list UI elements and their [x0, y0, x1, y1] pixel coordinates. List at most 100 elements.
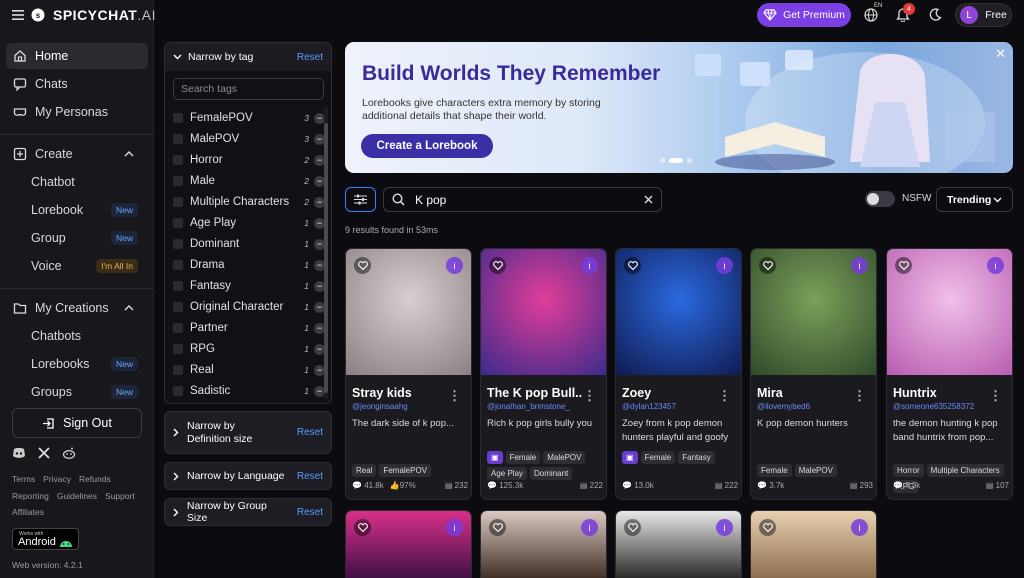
card-tag[interactable]: Female	[757, 464, 792, 477]
create-lorebook-button[interactable]: Create a Lorebook	[361, 134, 493, 158]
character-card[interactable]: i	[345, 510, 472, 578]
brand-logo[interactable]: s SPICYCHAT.AI	[31, 7, 156, 23]
reset-definition-button[interactable]: Reset	[297, 427, 323, 438]
sub-item-voice[interactable]: Voice I'm All In	[31, 256, 148, 276]
nsfw-toggle[interactable]	[865, 191, 895, 207]
reporting-link[interactable]: Reporting	[12, 491, 49, 501]
language-filter[interactable]: Narrow by Language Reset	[164, 462, 332, 490]
heart-icon[interactable]	[624, 257, 641, 274]
tag-filter-row[interactable]: Multiple Characters 2−	[173, 193, 325, 211]
tag-filter-row[interactable]: Horror 2−	[173, 151, 325, 169]
carousel-dot[interactable]	[660, 158, 665, 163]
card-tag[interactable]: Female	[640, 451, 676, 464]
tag-checkbox[interactable]	[173, 323, 183, 333]
notifications-button[interactable]: 4	[896, 3, 915, 22]
sub-item-groups[interactable]: Groups New	[31, 382, 148, 402]
reddit-icon[interactable]	[62, 447, 76, 459]
guidelines-link[interactable]: Guidelines	[57, 491, 97, 501]
heart-icon[interactable]	[759, 519, 776, 536]
tag-checkbox[interactable]	[173, 281, 183, 291]
info-icon[interactable]: i	[851, 257, 868, 274]
nav-create[interactable]: Create	[6, 141, 148, 167]
card-tag[interactable]: FemalePOV	[379, 464, 432, 477]
reset-group-size-button[interactable]: Reset	[297, 507, 323, 518]
carousel-dot-active[interactable]	[669, 158, 683, 163]
tag-filter-header[interactable]: Narrow by tag Reset	[165, 43, 331, 71]
sign-out-button[interactable]: Sign Out	[12, 408, 142, 438]
character-card[interactable]: i	[615, 510, 742, 578]
heart-icon[interactable]	[759, 257, 776, 274]
card-tag[interactable]: Age Play	[487, 467, 528, 480]
heart-icon[interactable]	[354, 257, 371, 274]
tag-filter-row[interactable]: MalePOV 3−	[173, 130, 325, 148]
clear-search-icon[interactable]	[644, 195, 653, 204]
creator-handle[interactable]: @jeonginsaahg	[352, 402, 467, 411]
heart-icon[interactable]	[489, 257, 506, 274]
tag-checkbox[interactable]	[173, 176, 183, 186]
tag-checkbox[interactable]	[173, 344, 183, 354]
support-link[interactable]: Support	[105, 491, 135, 501]
menu-icon[interactable]	[12, 10, 24, 20]
heart-icon[interactable]	[895, 257, 912, 274]
sub-item-lorebook[interactable]: Lorebook New	[31, 200, 148, 220]
tag-filter-row[interactable]: FemalePOV 3−	[173, 109, 325, 127]
tag-checkbox[interactable]	[173, 113, 183, 123]
character-card[interactable]: i Stray kids ⋮ @jeonginsaahg The dark side o…	[345, 248, 472, 500]
tag-filter-row[interactable]: Dominant 1−	[173, 235, 325, 253]
nav-personas[interactable]: My Personas	[6, 99, 148, 125]
creator-handle[interactable]: @someone635258372	[893, 402, 1008, 411]
sub-item-chatbots[interactable]: Chatbots	[31, 326, 148, 346]
card-tag[interactable]: Dominant	[530, 467, 573, 480]
info-icon[interactable]: i	[716, 519, 733, 536]
tag-filter-row[interactable]: Original Character 1−	[173, 298, 325, 316]
tag-checkbox[interactable]	[173, 134, 183, 144]
nav-chats[interactable]: Chats	[6, 71, 148, 97]
theme-toggle-button[interactable]	[929, 8, 942, 21]
x-twitter-icon[interactable]	[38, 447, 50, 459]
character-card[interactable]: i Huntrix ⋮ @someone635258372 the demon hunt…	[886, 248, 1013, 500]
card-tag[interactable]: Female	[505, 451, 541, 464]
heart-icon[interactable]	[354, 519, 371, 536]
account-button[interactable]: L Free	[955, 3, 1012, 27]
group-size-filter[interactable]: Narrow by Group Size Reset	[164, 498, 332, 526]
heart-icon[interactable]	[624, 519, 641, 536]
tag-filter-row[interactable]: Age Play 1−	[173, 214, 325, 232]
tag-checkbox[interactable]	[173, 365, 183, 375]
search-tags-input[interactable]: Search tags	[173, 78, 324, 100]
character-card[interactable]: i Mira ⋮ @ilovemybed6 K pop demon hunters Fem…	[750, 248, 877, 500]
tag-checkbox[interactable]	[173, 239, 183, 249]
tag-filter-row[interactable]: Drama 1−	[173, 256, 325, 274]
character-card[interactable]: i Zoey ⋮ @dylan123457 Zoey from k pop demon …	[615, 248, 742, 500]
tag-checkbox[interactable]	[173, 218, 183, 228]
info-icon[interactable]: i	[581, 257, 598, 274]
character-card[interactable]: i The K pop Bull... ⋮ @jonathan_brimstone_ R…	[480, 248, 607, 500]
reset-language-button[interactable]: Reset	[297, 471, 323, 482]
privacy-link[interactable]: Privacy	[43, 474, 71, 484]
sub-item-lorebooks[interactable]: Lorebooks New	[31, 354, 148, 374]
definition-size-filter[interactable]: Narrow by Definition size Reset	[164, 411, 332, 454]
refunds-link[interactable]: Refunds	[79, 474, 111, 484]
affiliates-link[interactable]: Affiliates	[12, 507, 44, 517]
card-tag[interactable]: Real	[352, 464, 377, 477]
card-tag[interactable]: MalePOV	[794, 464, 837, 477]
character-card[interactable]: i	[480, 510, 607, 578]
tag-checkbox[interactable]	[173, 260, 183, 270]
language-button[interactable]: EN	[864, 3, 882, 22]
filter-toggle-button[interactable]	[345, 187, 376, 212]
reset-tags-button[interactable]: Reset	[297, 52, 323, 63]
scrollbar-thumb[interactable]	[324, 123, 328, 393]
close-icon[interactable]: ✕	[995, 46, 1006, 62]
card-tag[interactable]: MalePOV	[543, 451, 586, 464]
tag-checkbox[interactable]	[173, 302, 183, 312]
creator-handle[interactable]: @dylan123457	[622, 402, 737, 411]
tag-checkbox[interactable]	[173, 197, 183, 207]
info-icon[interactable]: i	[716, 257, 733, 274]
info-icon[interactable]: i	[987, 257, 1004, 274]
card-tag[interactable]: Horror	[893, 464, 924, 477]
lorebook-promo-banner[interactable]: Build Worlds They Remember Lorebooks giv…	[345, 42, 1013, 173]
tag-filter-row[interactable]: Partner 1−	[173, 319, 325, 337]
info-icon[interactable]: i	[851, 519, 868, 536]
card-tag[interactable]: Fantasy	[678, 451, 715, 464]
terms-link[interactable]: Terms	[12, 474, 35, 484]
sort-dropdown[interactable]: Trending	[936, 187, 1013, 212]
